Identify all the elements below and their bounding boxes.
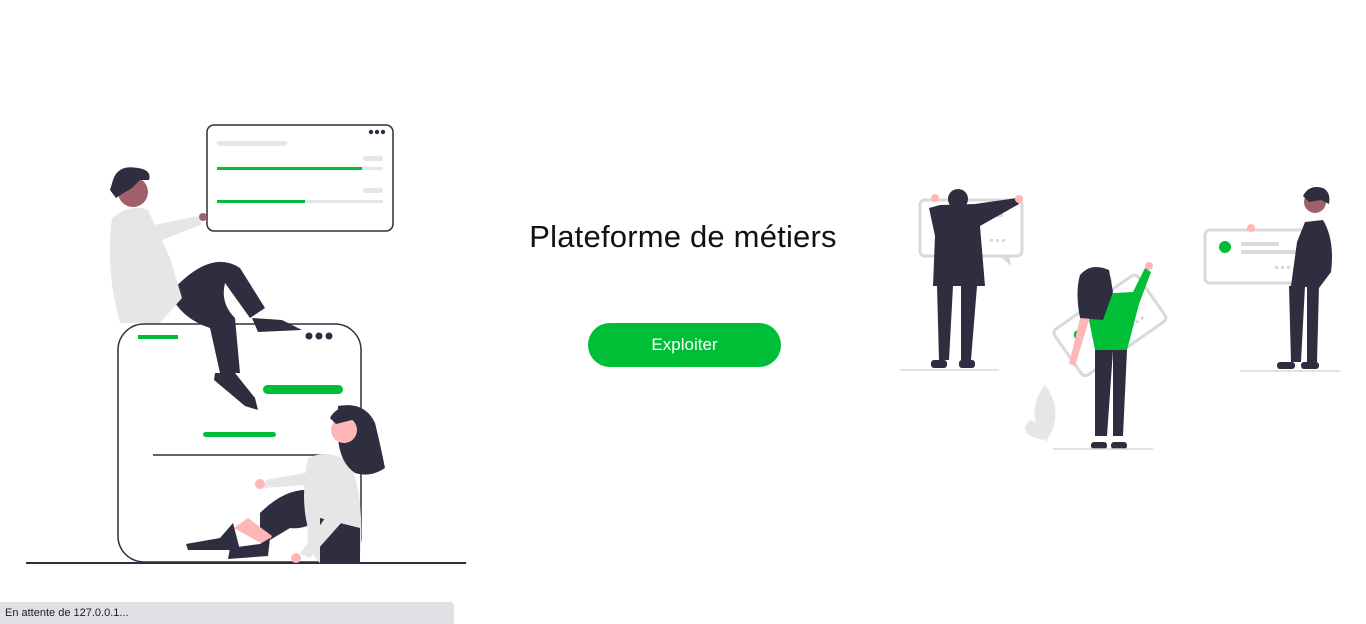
page: Plateforme de métiers Exploiter En atten…	[0, 0, 1366, 624]
page-title: Plateforme de métiers	[529, 219, 837, 254]
team-with-chat-bubbles-illustration	[900, 187, 1340, 450]
browser-status-bar: En attente de 127.0.0.1...	[0, 602, 454, 624]
people-with-dashboard-illustration	[26, 124, 466, 564]
explore-button[interactable]: Exploiter	[588, 323, 781, 367]
